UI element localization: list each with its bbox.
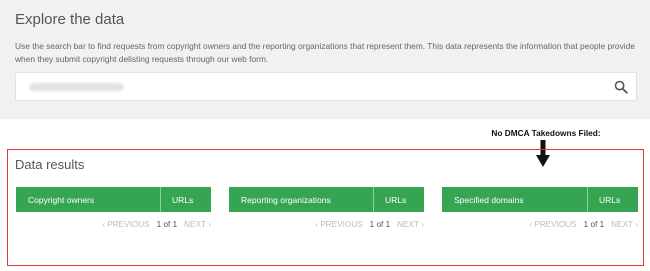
results-title: Data results — [15, 157, 85, 172]
copyright-owners-header[interactable]: Copyright owners URLs — [16, 187, 211, 212]
previous-label: PREVIOUS — [534, 220, 577, 229]
data-results-panel: Data results Copyright owners URLs ‹ PRE… — [7, 149, 644, 266]
specified-domains-header[interactable]: Specified domains URLs — [442, 187, 638, 212]
pagination: ‹ PREVIOUS 1 of 1 NEXT › — [315, 220, 424, 229]
previous-label: PREVIOUS — [107, 220, 150, 229]
column-label: Reporting organizations — [241, 194, 331, 205]
chevron-right-icon: › — [208, 220, 211, 229]
reporting-organizations-card: Reporting organizations URLs ‹ PREVIOUS … — [229, 187, 424, 229]
search-input[interactable] — [15, 72, 637, 101]
next-label: NEXT — [184, 220, 206, 229]
previous-button[interactable]: ‹ PREVIOUS — [529, 220, 576, 229]
previous-label: PREVIOUS — [320, 220, 363, 229]
specified-domains-card: Specified domains URLs ‹ PREVIOUS 1 of 1… — [442, 187, 638, 229]
page-indicator: 1 of 1 — [156, 220, 178, 229]
previous-button[interactable]: ‹ PREVIOUS — [315, 220, 362, 229]
next-button[interactable]: NEXT › — [611, 220, 638, 229]
previous-button[interactable]: ‹ PREVIOUS — [102, 220, 149, 229]
search-query-redacted — [29, 83, 124, 91]
annotation-label: No DMCA Takedowns Filed: — [491, 128, 601, 138]
chevron-left-icon: ‹ — [529, 220, 533, 229]
chevron-right-icon: › — [421, 220, 424, 229]
description-text: Use the search bar to find requests from… — [15, 41, 635, 64]
chevron-right-icon: › — [635, 220, 638, 229]
page-indicator: 1 of 1 — [369, 220, 391, 229]
column-label: Specified domains — [454, 194, 524, 205]
search-icon[interactable] — [614, 80, 628, 94]
page-title: Explore the data — [15, 11, 125, 28]
reporting-organizations-header[interactable]: Reporting organizations URLs — [229, 187, 424, 212]
next-label: NEXT — [397, 220, 419, 229]
next-button[interactable]: NEXT › — [397, 220, 424, 229]
pagination: ‹ PREVIOUS 1 of 1 NEXT › — [529, 220, 638, 229]
next-label: NEXT — [611, 220, 633, 229]
urls-column-label: URLs — [599, 194, 621, 205]
next-button[interactable]: NEXT › — [184, 220, 211, 229]
urls-column-label: URLs — [385, 194, 407, 205]
chevron-left-icon: ‹ — [315, 220, 319, 229]
pagination: ‹ PREVIOUS 1 of 1 NEXT › — [102, 220, 211, 229]
copyright-owners-card: Copyright owners URLs ‹ PREVIOUS 1 of 1 … — [16, 187, 211, 229]
column-label: Copyright owners — [28, 194, 95, 205]
chevron-left-icon: ‹ — [102, 220, 106, 229]
page-indicator: 1 of 1 — [583, 220, 605, 229]
explore-section: Explore the data Use the search bar to f… — [0, 0, 650, 119]
urls-column-label: URLs — [172, 194, 194, 205]
